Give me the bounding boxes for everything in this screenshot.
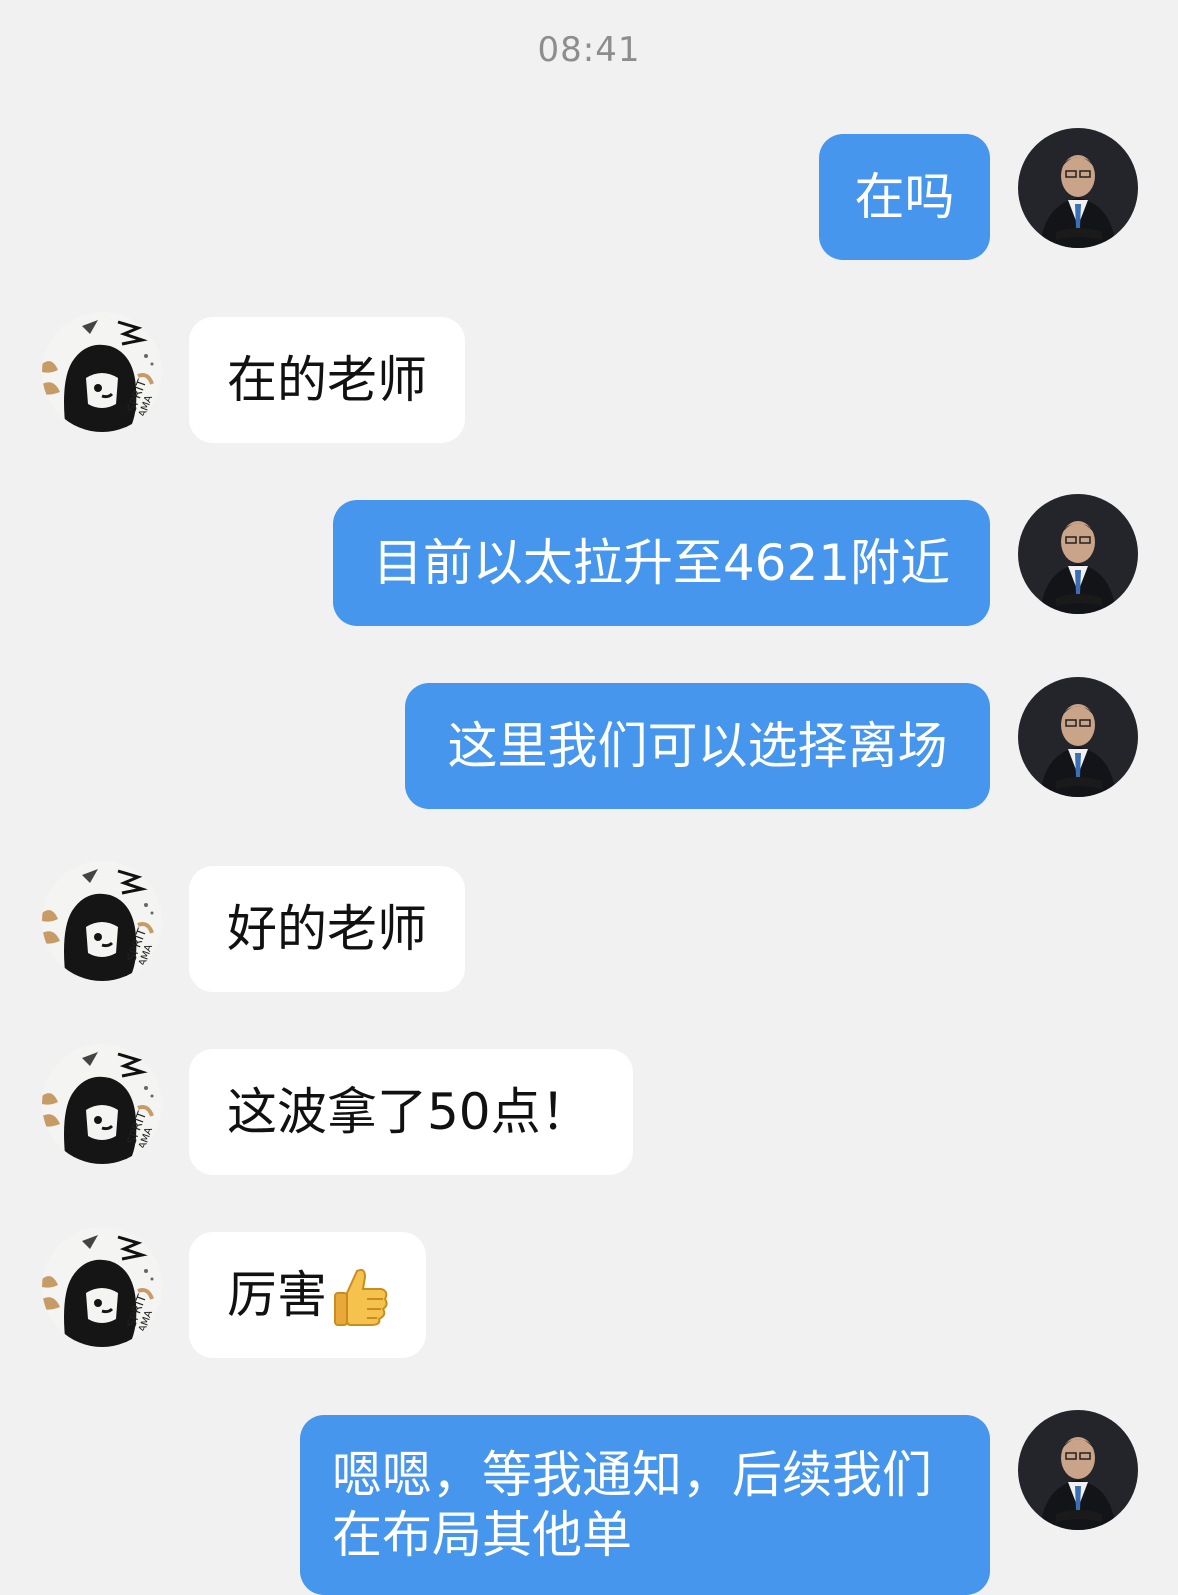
teacher-avatar[interactable] [1018,494,1138,614]
user-avatar[interactable] [42,1044,162,1164]
user-avatar[interactable] [42,312,162,432]
message-text: 在吗 [854,168,955,226]
message-text: 厉害 [227,1266,327,1324]
teacher-avatar[interactable] [1018,677,1138,797]
message-bubble-incoming[interactable]: 厉害 [189,1232,426,1358]
message-text: 目前以太拉升至4621附近 [372,534,951,592]
message-text: 嗯嗯，等我通知，后续我们在布局其他单 [332,1446,932,1564]
message-bubble-outgoing[interactable]: 这里我们可以选择离场 [405,683,990,809]
teacher-avatar[interactable] [1018,1410,1138,1530]
message-bubble-incoming[interactable]: 好的老师 [189,866,465,992]
message-bubble-incoming[interactable]: 这波拿了50点！ [189,1049,633,1175]
timestamp: 08:41 [537,30,641,70]
message-bubble-outgoing[interactable]: 在吗 [819,134,990,260]
user-avatar[interactable] [42,1227,162,1347]
message-text: 这里我们可以选择离场 [447,717,948,775]
message-text: 在的老师 [227,351,427,409]
message-bubble-incoming[interactable]: 在的老师 [189,317,465,443]
user-avatar[interactable] [42,861,162,981]
message-bubble-outgoing[interactable]: 目前以太拉升至4621附近 [333,500,990,626]
thumbs-up-icon [327,1263,391,1327]
message-bubble-outgoing[interactable]: 嗯嗯，等我通知，后续我们在布局其他单 [300,1415,990,1595]
teacher-avatar[interactable] [1018,128,1138,248]
message-text: 这波拿了50点！ [227,1083,591,1141]
message-text: 好的老师 [227,900,427,958]
